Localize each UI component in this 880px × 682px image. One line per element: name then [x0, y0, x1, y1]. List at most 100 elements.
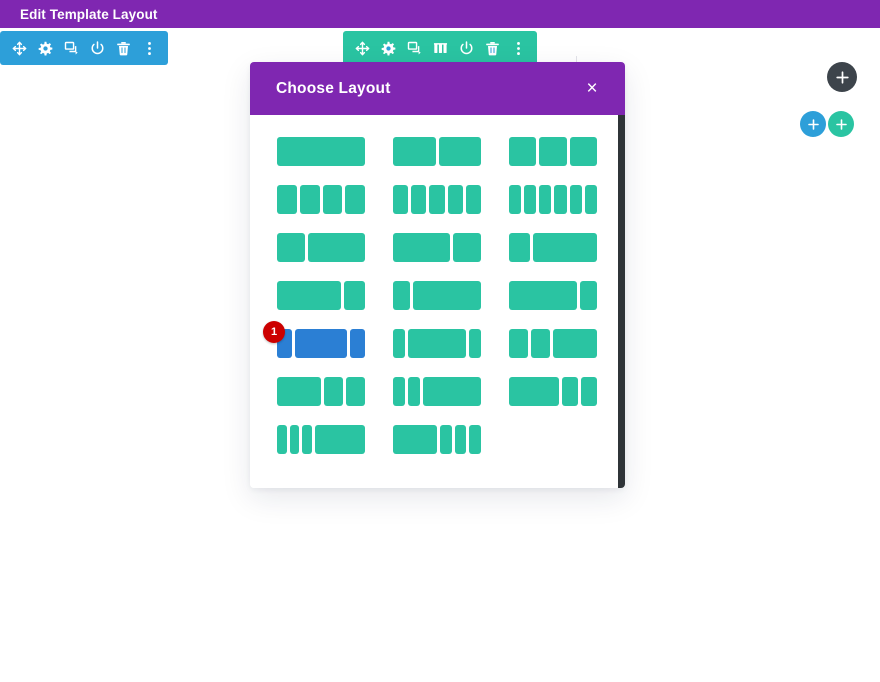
layout-three-sixths-half[interactable] [277, 425, 365, 454]
gear-button[interactable] [375, 31, 401, 65]
column-segment [423, 377, 481, 406]
column-segment [580, 281, 597, 310]
column-segment [393, 137, 436, 166]
admin-bar: Edit Template Layout [0, 0, 880, 28]
layout-twothirds-third[interactable] [393, 233, 481, 262]
column-segment [440, 425, 452, 454]
column-segment [277, 185, 297, 214]
column-segment [509, 185, 522, 214]
column-segment [569, 185, 582, 214]
duplicate-icon [64, 41, 78, 54]
column-segment [554, 185, 567, 214]
modal-scrollbar[interactable] [618, 115, 625, 488]
layout-4-columns[interactable] [277, 185, 365, 214]
layout-half-three-sixths[interactable] [393, 425, 481, 454]
column-segment [509, 281, 577, 310]
power-button[interactable] [453, 31, 479, 65]
power-button[interactable] [84, 31, 110, 65]
gear-icon [381, 41, 395, 55]
column-segment [429, 185, 445, 214]
move-button[interactable] [6, 31, 32, 65]
more-options-button[interactable] [136, 31, 162, 65]
gear-icon [38, 41, 52, 55]
column-segment [277, 281, 341, 310]
layout-6-columns[interactable] [509, 185, 597, 214]
layout-5-columns[interactable] [393, 185, 481, 214]
column-segment [343, 281, 365, 310]
more-options-button[interactable] [505, 31, 531, 65]
trash-icon [485, 41, 499, 55]
column-segment [509, 233, 531, 262]
column-segment [469, 329, 481, 358]
power-icon [460, 40, 472, 54]
column-segment [438, 137, 481, 166]
column-segment [302, 425, 312, 454]
layout-quarter-quarter-half[interactable] [509, 329, 597, 358]
close-icon[interactable]: × [581, 78, 603, 100]
column-segment [345, 185, 365, 214]
admin-bar-title: Edit Template Layout [20, 6, 158, 22]
column-segment [349, 329, 365, 358]
column-segment [413, 281, 481, 310]
column-segment [393, 281, 410, 310]
layout-threequarters-quarter-b[interactable] [509, 281, 597, 310]
layout-half-quarter-quarter-b[interactable] [509, 377, 597, 406]
trash-icon [116, 41, 130, 55]
column-segment [509, 329, 528, 358]
duplicate-button[interactable] [401, 31, 427, 65]
plus-icon [835, 70, 849, 84]
column-segment [509, 137, 537, 166]
column-segment [552, 329, 597, 358]
layout-3-columns[interactable] [509, 137, 597, 166]
columns-icon [433, 42, 447, 53]
layout-quarter-half-quarter[interactable]: 1 [263, 321, 365, 358]
action-badge: 1 [263, 321, 285, 343]
modal-header: Choose Layout × [250, 62, 625, 115]
add-row-button[interactable] [800, 111, 826, 137]
layout-quarter-threequarters[interactable] [509, 233, 597, 262]
duplicate-icon [407, 41, 421, 54]
app-root: Edit Template Layout Choose Layout × 1 [0, 0, 880, 682]
columns-button[interactable] [427, 31, 453, 76]
move-icon [12, 41, 26, 55]
column-segment [411, 185, 427, 214]
column-segment [277, 137, 365, 166]
layout-half-quarter-quarter[interactable] [277, 377, 365, 406]
trash-button[interactable] [110, 31, 136, 65]
move-icon [355, 41, 369, 55]
section-toolbar [0, 31, 168, 65]
column-segment [407, 329, 467, 358]
column-segment [277, 425, 287, 454]
column-segment [454, 425, 467, 454]
layout-sixth-sixth-twothirds[interactable] [393, 377, 481, 406]
column-segment [408, 377, 421, 406]
column-segment [539, 185, 552, 214]
layout-sixth-twothirds-sixth[interactable] [393, 329, 481, 358]
column-segment [323, 377, 343, 406]
add-section-button[interactable] [827, 62, 857, 92]
modal-title: Choose Layout [276, 79, 391, 97]
add-module-button[interactable] [828, 111, 854, 137]
power-icon [91, 40, 103, 54]
layout-1-column[interactable] [277, 137, 365, 166]
column-segment [295, 329, 347, 358]
column-segment [277, 233, 306, 262]
layout-quarter-threequarters-b[interactable] [393, 281, 481, 310]
trash-button[interactable] [479, 31, 505, 65]
column-segment [393, 425, 438, 454]
layout-2-columns[interactable] [393, 137, 481, 166]
layout-threequarters-quarter[interactable] [277, 281, 365, 310]
column-segment [393, 233, 450, 262]
layout-third-twothirds[interactable] [277, 233, 365, 262]
column-segment [561, 377, 578, 406]
column-segment [524, 185, 537, 214]
column-segment [393, 329, 405, 358]
duplicate-button[interactable] [58, 31, 84, 65]
layout-grid: 1 [263, 137, 625, 473]
plus-icon [807, 118, 819, 130]
gear-button[interactable] [32, 31, 58, 65]
more-options-icon [516, 41, 520, 55]
column-segment [393, 377, 406, 406]
column-segment [509, 377, 559, 406]
move-button[interactable] [349, 31, 375, 65]
